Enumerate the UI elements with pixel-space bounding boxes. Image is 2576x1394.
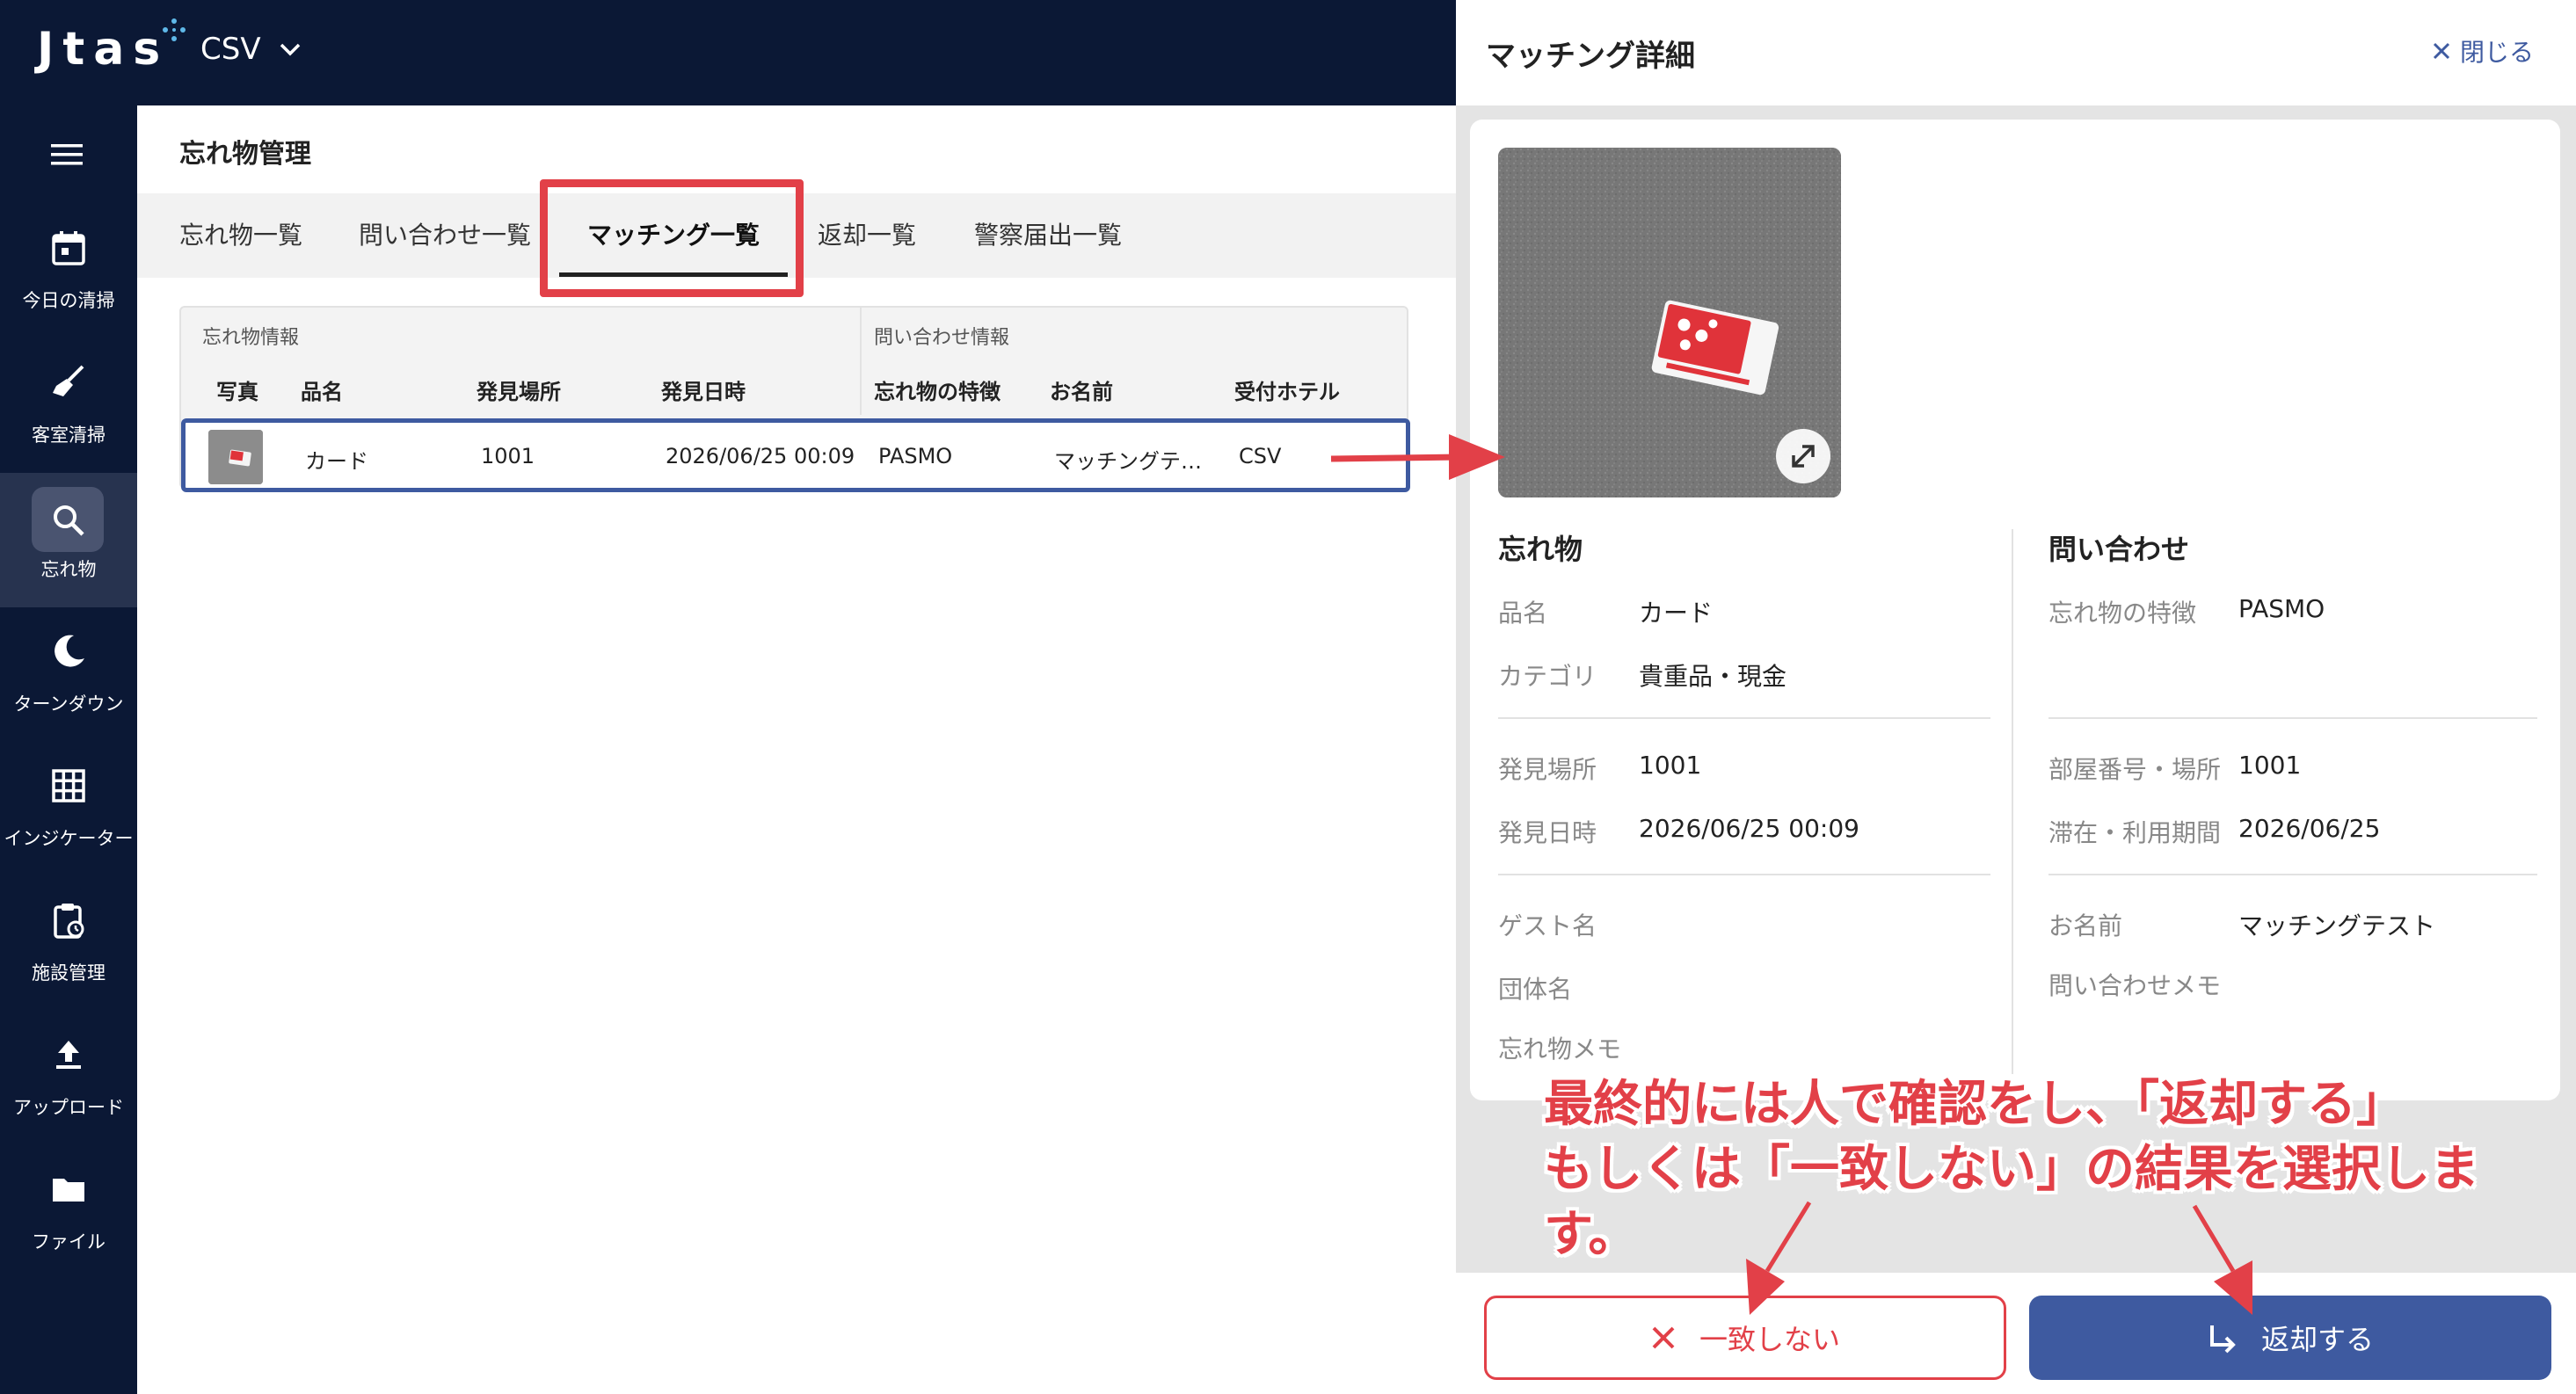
inquiry-name-label: お名前: [2048, 911, 2123, 940]
expand-photo-button[interactable]: [1776, 429, 1830, 483]
return-label: 返却する: [2260, 1323, 2374, 1356]
lost-section-title: 忘れ物: [1498, 533, 1583, 566]
sidebar-item-upload[interactable]: アップロード: [0, 1011, 137, 1145]
column-header-photo: 写真: [216, 380, 258, 404]
folder-icon: [53, 1179, 84, 1202]
sidebar-item-today-cleaning[interactable]: 今日の清掃: [0, 204, 137, 338]
lost-found-place-value: 1001: [1639, 751, 1702, 780]
clipboard-icon: [54, 904, 84, 939]
annotation-line-1: 最終的には人で確認をし、「返却する」: [1544, 1076, 2405, 1133]
cell-name: マッチングテ…: [1054, 449, 1202, 474]
column-header-hotel: 受付ホテル: [1234, 380, 1340, 404]
sidebar-item-indicator[interactable]: インジケーター: [0, 742, 137, 876]
tab-police-report-list[interactable]: 警察届出一覧: [974, 193, 1122, 278]
sidebar-item-facility[interactable]: 施設管理: [0, 876, 137, 1011]
expand-icon: [1792, 445, 1815, 468]
app-logo: Jtas: [37, 23, 170, 76]
cell-item-name: カード: [305, 449, 368, 474]
matching-table: 忘れ物情報 問い合わせ情報 写真 品名 発見場所 発見日時 忘れ物の特徴 お名前…: [179, 306, 1410, 492]
sidebar-item-lost-items[interactable]: 忘れ物: [0, 473, 137, 607]
divider: [2048, 874, 2537, 875]
annotation-line-2: もしくは「一致しない」の結果を選択します。: [1544, 1141, 2479, 1263]
group-header-lost: 忘れ物情報: [202, 327, 300, 349]
lost-item-name-value: カード: [1639, 599, 1714, 628]
tab-inquiry-list[interactable]: 問い合わせ一覧: [359, 193, 531, 278]
inquiry-room-label: 部屋番号・場所: [2048, 755, 2222, 784]
column-header-name: お名前: [1050, 380, 1113, 404]
inquiry-memo-label: 問い合わせメモ: [2048, 971, 2222, 1000]
lost-guest-label: ゲスト名: [1498, 911, 1597, 940]
column-header-found-datetime: 発見日時: [661, 380, 746, 404]
column-header-feature: 忘れ物の特徴: [874, 380, 1001, 404]
not-matching-label: 一致しない: [1699, 1323, 1840, 1356]
inquiry-stay-value: 2026/06/25: [2238, 814, 2381, 843]
sparkle-icon: [163, 18, 186, 41]
close-icon: [1652, 1326, 1675, 1349]
hotel-selector[interactable]: CSV: [200, 32, 302, 67]
page-title: 忘れ物管理: [179, 139, 311, 170]
inquiry-room-value: 1001: [2238, 751, 2302, 780]
menu-icon[interactable]: [51, 142, 83, 167]
return-button[interactable]: 返却する: [2029, 1296, 2551, 1380]
close-icon: [2433, 42, 2450, 60]
main-content: 忘れ物管理 忘れ物一覧 問い合わせ一覧 マッチング一覧 返却一覧 警察届出一覧 …: [137, 105, 1456, 1394]
lost-found-place-label: 発見場所: [1498, 755, 1597, 784]
sidebar-item-files[interactable]: ファイル: [0, 1145, 137, 1280]
cell-feature: PASMO: [878, 444, 953, 468]
group-divider: [860, 308, 862, 415]
return-arrow-icon: [2209, 1325, 2236, 1354]
sidebar-item-room-cleaning[interactable]: 客室清掃: [0, 338, 137, 473]
lost-item-name-label: 品名: [1498, 599, 1548, 628]
broom-icon: [53, 365, 84, 396]
table-row[interactable]: カード 1001 2026/06/25 00:09 PASMO マッチングテ… …: [181, 418, 1410, 492]
highlight-callout-box: [540, 179, 804, 297]
chevron-down-icon: [280, 43, 300, 56]
detail-card: 忘れ物 品名 カード カテゴリ 貴重品・現金 発見場所 1001 発見日時 20…: [1470, 120, 2560, 1100]
sidebar: 今日の清掃 客室清掃 忘れ物 ターンダウン インジケーター 施設管理 アップロー…: [0, 105, 137, 1394]
close-button[interactable]: 閉じる: [2432, 33, 2534, 69]
lost-category-value: 貴重品・現金: [1639, 662, 1787, 691]
panel-title: マッチング詳細: [1486, 39, 1695, 74]
divider: [1498, 874, 1990, 875]
inquiry-feature-value: PASMO: [2238, 594, 2325, 623]
cell-found-place: 1001: [481, 444, 535, 468]
sidebar-item-turndown[interactable]: ターンダウン: [0, 607, 137, 742]
not-matching-button[interactable]: 一致しない: [1484, 1296, 2006, 1380]
lost-group-label: 団体名: [1498, 975, 1573, 1004]
divider: [2048, 717, 2537, 719]
lost-category-label: カテゴリ: [1498, 662, 1597, 691]
panel-header: マッチング詳細 閉じる: [1456, 0, 2576, 105]
moon-icon: [55, 635, 84, 667]
item-photo-thumbnail: [208, 430, 263, 484]
tab-return-list[interactable]: 返却一覧: [818, 193, 916, 278]
divider: [1498, 717, 1990, 719]
cell-hotel: CSV: [1239, 444, 1282, 468]
inquiry-feature-label: 忘れ物の特徴: [2048, 599, 2197, 628]
section-divider: [2012, 529, 2013, 1074]
lost-found-datetime-label: 発見日時: [1498, 818, 1597, 847]
group-header-inquiry: 問い合わせ情報: [874, 327, 1010, 349]
inquiry-name-value: マッチングテスト: [2238, 911, 2436, 940]
item-photo: [1498, 148, 1841, 497]
calendar-icon: [52, 231, 85, 265]
upload-icon: [56, 1041, 81, 1069]
lost-found-datetime-value: 2026/06/25 00:09: [1639, 814, 1859, 843]
grid-icon: [52, 769, 85, 802]
close-label: 閉じる: [2459, 38, 2534, 67]
card-photo-image: [208, 430, 263, 484]
inquiry-section-title: 問い合わせ: [2048, 533, 2190, 566]
column-header-item-name: 品名: [301, 380, 343, 404]
cell-found-datetime: 2026/06/25 00:09: [666, 444, 855, 468]
column-header-found-place: 発見場所: [477, 380, 561, 404]
top-bar: Jtas CSV: [0, 0, 1456, 105]
search-icon: [54, 505, 84, 536]
inquiry-stay-label: 滞在・利用期間: [2048, 818, 2222, 847]
lost-memo-label: 忘れ物メモ: [1498, 1035, 1622, 1064]
annotation-text: 最終的には人で確認をし、「返却する」 もしくは「一致しない」の結果を選択します。: [1544, 1072, 2555, 1267]
panel-footer: 一致しない 返却する: [1456, 1273, 2576, 1394]
hotel-selector-value: CSV: [200, 32, 261, 67]
tab-lost-items-list[interactable]: 忘れ物一覧: [179, 193, 302, 278]
